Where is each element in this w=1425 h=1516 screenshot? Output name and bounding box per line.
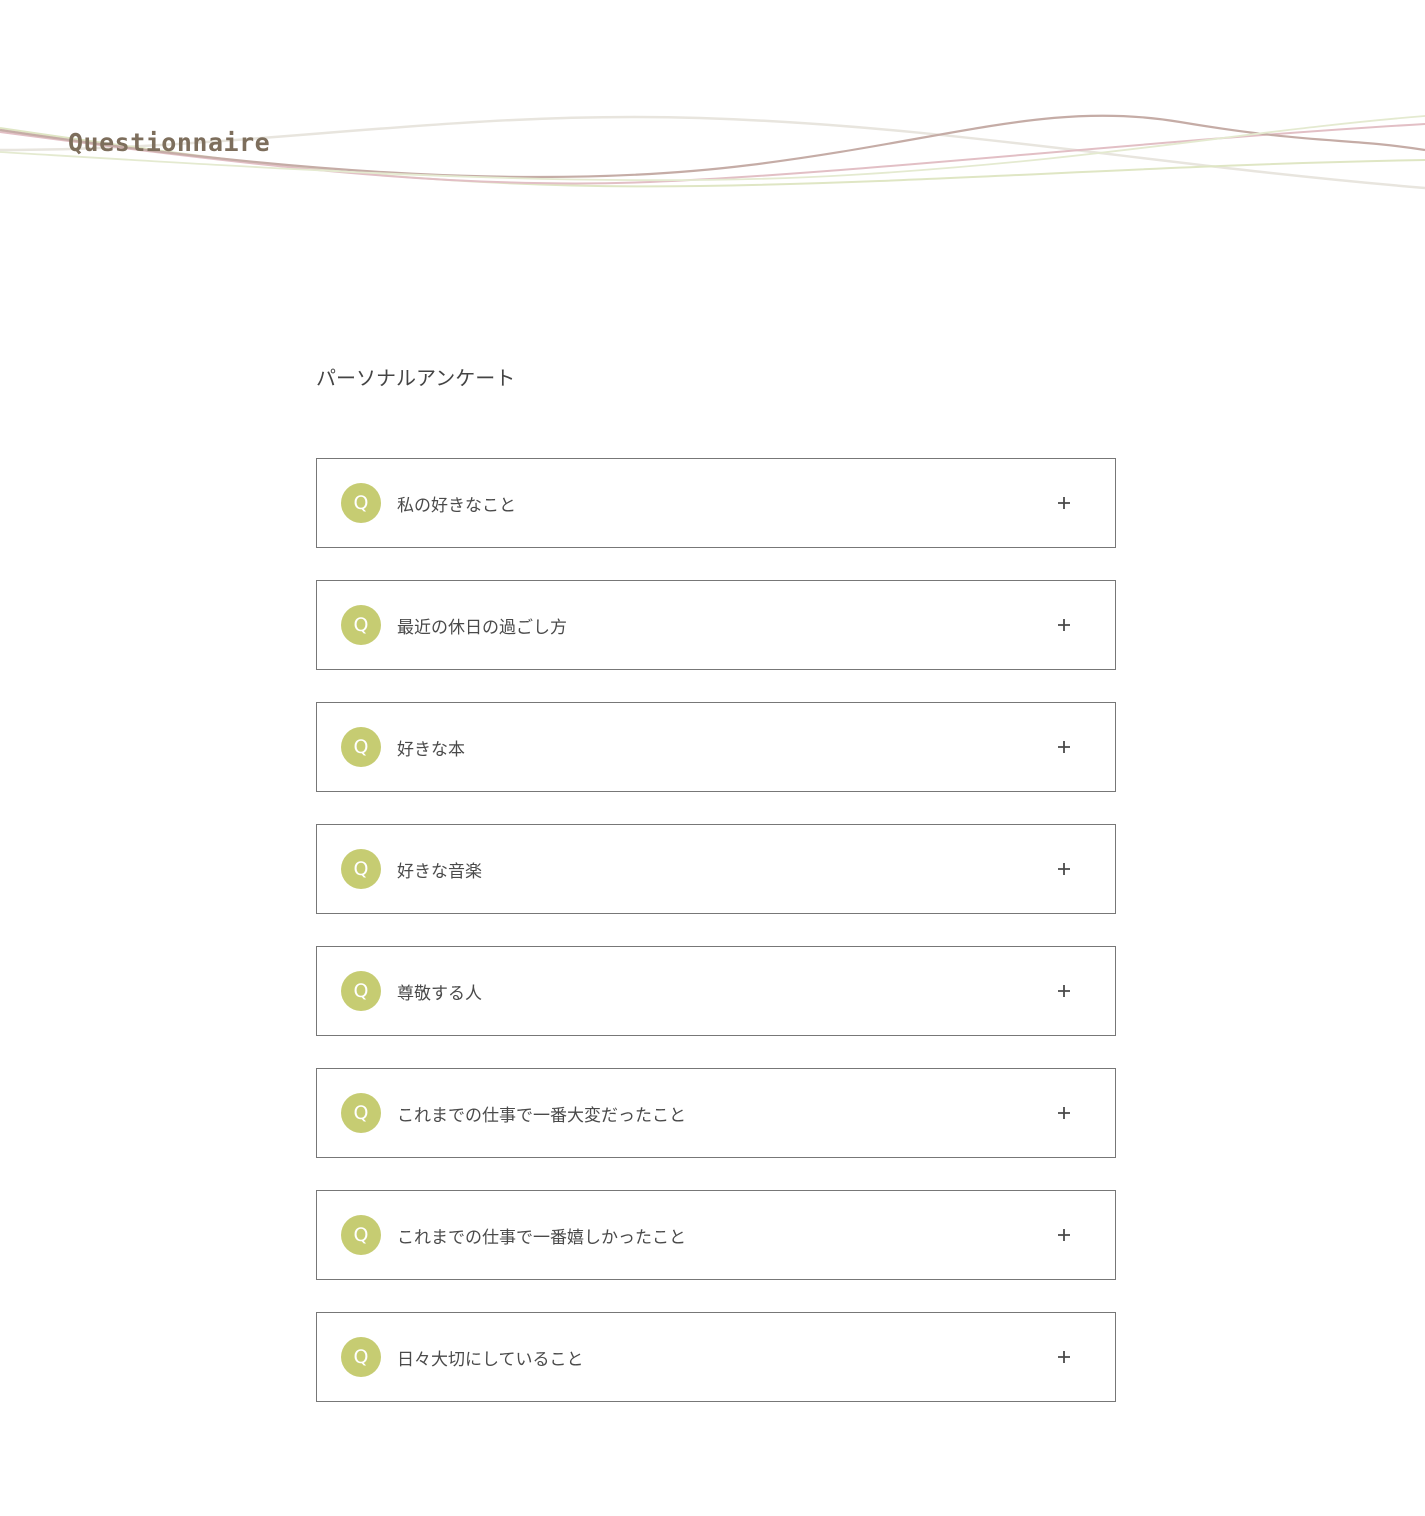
faq-question: 尊敬する人 [397, 983, 482, 1004]
faq-item[interactable]: Q これまでの仕事で一番大変だったこと [316, 1068, 1116, 1158]
plus-icon[interactable] [1052, 1223, 1076, 1247]
faq-list: Q 私の好きなこと Q 最近の休日の過ごし方 Q 好きな本 Q 好きな音楽 Q … [316, 458, 1116, 1434]
q-badge: Q [341, 971, 381, 1011]
faq-item[interactable]: Q 日々大切にしていること [316, 1312, 1116, 1402]
faq-question: 私の好きなこと [397, 495, 516, 516]
plus-icon[interactable] [1052, 1101, 1076, 1125]
q-badge: Q [341, 727, 381, 767]
faq-question: 最近の休日の過ごし方 [397, 617, 567, 638]
faq-question: 日々大切にしていること [397, 1349, 584, 1370]
plus-icon[interactable] [1052, 491, 1076, 515]
section-title: パーソナルアンケート [316, 366, 516, 390]
q-badge: Q [341, 1215, 381, 1255]
hero-header: Questionnaire [0, 0, 1425, 240]
questionnaire-section: パーソナルアンケート Q 私の好きなこと Q 最近の休日の過ごし方 Q 好きな本… [316, 360, 1116, 1402]
q-badge: Q [341, 1093, 381, 1133]
q-badge: Q [341, 1337, 381, 1377]
faq-question: 好きな本 [397, 739, 465, 760]
faq-item[interactable]: Q 私の好きなこと [316, 458, 1116, 548]
faq-item[interactable]: Q 好きな音楽 [316, 824, 1116, 914]
faq-item[interactable]: Q これまでの仕事で一番嬉しかったこと [316, 1190, 1116, 1280]
faq-item[interactable]: Q 好きな本 [316, 702, 1116, 792]
q-badge: Q [341, 483, 381, 523]
decorative-wave-lines [0, 114, 1425, 190]
plus-icon[interactable] [1052, 979, 1076, 1003]
plus-icon[interactable] [1052, 857, 1076, 881]
faq-item[interactable]: Q 尊敬する人 [316, 946, 1116, 1036]
faq-question: 好きな音楽 [397, 861, 482, 882]
faq-question: これまでの仕事で一番嬉しかったこと [397, 1227, 686, 1248]
q-badge: Q [341, 849, 381, 889]
q-badge: Q [341, 605, 381, 645]
plus-icon[interactable] [1052, 735, 1076, 759]
site-title: Questionnaire [68, 128, 271, 157]
plus-icon[interactable] [1052, 613, 1076, 637]
plus-icon[interactable] [1052, 1345, 1076, 1369]
faq-question: これまでの仕事で一番大変だったこと [397, 1105, 686, 1126]
faq-item[interactable]: Q 最近の休日の過ごし方 [316, 580, 1116, 670]
